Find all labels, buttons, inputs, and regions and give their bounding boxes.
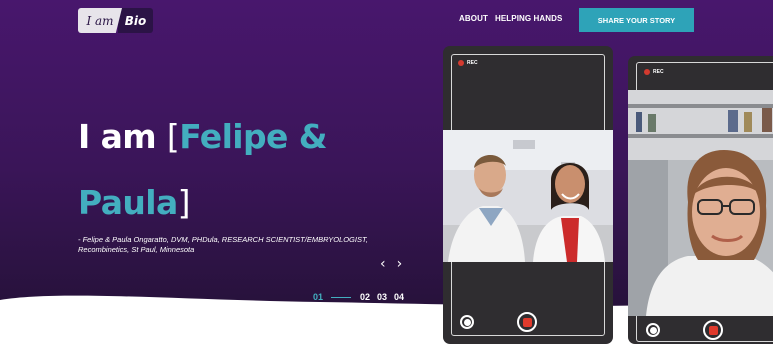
share-your-story-button[interactable]: SHARE YOUR STORY <box>579 8 694 32</box>
headline-prefix: I am <box>78 117 167 156</box>
hero-headline: I am [Felipe & Paula] <box>78 104 438 236</box>
headline-name-line2: Paula <box>78 183 178 222</box>
phone-2-rec-label: REC <box>653 69 664 75</box>
switch-camera-button[interactable] <box>460 315 474 329</box>
carousel-arrows: ‹ › <box>380 257 402 271</box>
nav-about[interactable]: ABOUT <box>459 14 488 23</box>
headline-bracket-open: [ <box>166 117 180 156</box>
pager-item-03[interactable]: 03 <box>377 292 387 302</box>
main-nav: ABOUT HELPING HANDS <box>459 14 562 23</box>
phone-mockup-2: REC <box>628 56 773 344</box>
lab-scientists-video-frame <box>443 130 613 262</box>
headline-name-line1: Felipe & <box>179 117 327 156</box>
attribution-line1: - Felipe & Paula Ongaratto, DVM, PHDula,… <box>78 235 368 244</box>
phone-1-rec-label: REC <box>467 60 478 66</box>
site-logo[interactable]: I am Bio <box>78 8 153 33</box>
headline-bracket-close: ] <box>177 183 191 222</box>
nav-helping-hands[interactable]: HELPING HANDS <box>495 14 563 23</box>
phone-mockup-1: REC <box>443 46 613 344</box>
chevron-left-icon[interactable]: ‹ <box>380 257 386 271</box>
lab-researcher-video-frame <box>628 90 773 316</box>
switch-camera-button-2[interactable] <box>646 323 660 337</box>
carousel-pager: 01 02 03 04 <box>313 292 404 302</box>
pager-item-01[interactable]: 01 <box>313 292 323 302</box>
logo-text-bio: Bio <box>118 8 153 33</box>
hero-attribution: - Felipe & Paula Ongaratto, DVM, PHDula,… <box>78 235 408 255</box>
record-button-2[interactable] <box>703 320 723 340</box>
pager-item-02[interactable]: 02 <box>360 292 370 302</box>
phone-1-rec-indicator: REC <box>458 60 478 66</box>
rec-dot-icon <box>458 60 464 66</box>
logo-text-i-am: I am <box>78 8 122 33</box>
phone-2-video <box>628 90 773 316</box>
rec-dot-icon <box>644 69 650 75</box>
pager-active-line <box>331 296 352 298</box>
chevron-right-icon[interactable]: › <box>397 257 403 271</box>
hero-section: I am Bio ABOUT HELPING HANDS SHARE YOUR … <box>0 0 773 344</box>
record-button[interactable] <box>517 312 537 332</box>
phone-1-video <box>443 130 613 262</box>
attribution-line2: Recombinetics, St Paul, Minnesota <box>78 245 195 254</box>
phone-2-rec-indicator: REC <box>644 69 664 75</box>
pager-item-04[interactable]: 04 <box>394 292 404 302</box>
